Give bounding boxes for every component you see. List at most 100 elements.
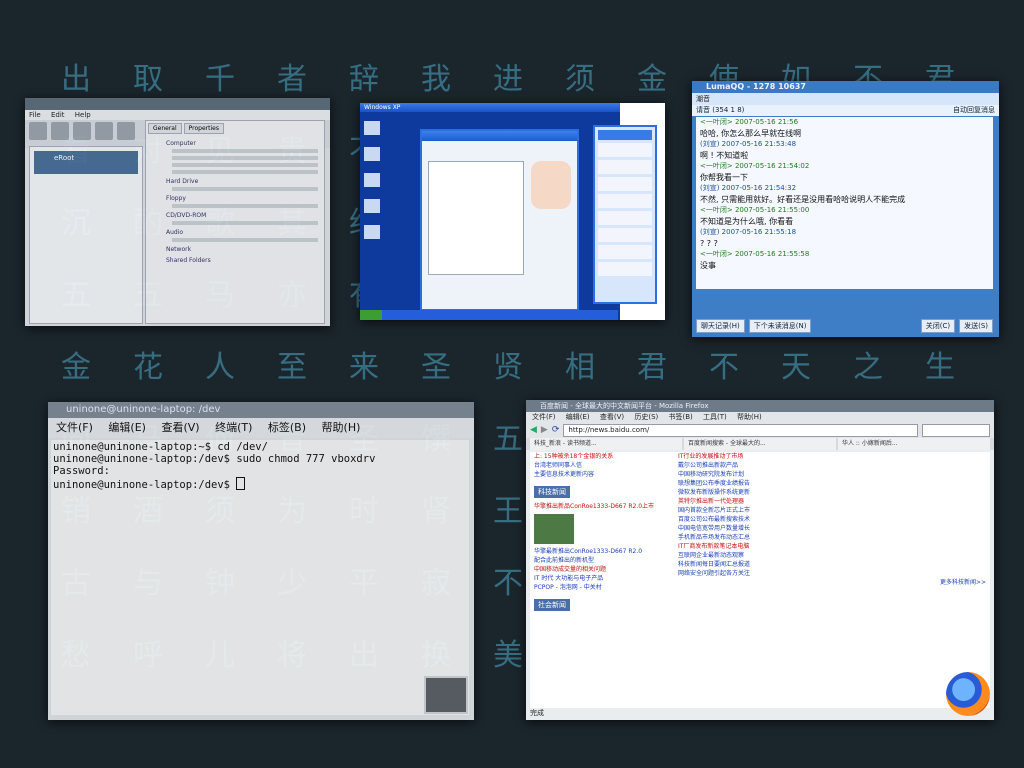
lumaqq-header: 请音 (354 1 8) 自动回复消息 bbox=[692, 105, 999, 116]
ie-icon[interactable] bbox=[364, 225, 380, 239]
terminal-title[interactable]: uninone@uninone-laptop: /dev bbox=[48, 402, 474, 418]
open-icon[interactable] bbox=[51, 122, 69, 140]
news-link[interactable]: 英特尔推出新一代处理器 bbox=[678, 497, 986, 506]
terminal-prompt: uninone@uninone-laptop:/dev$ bbox=[53, 479, 237, 491]
send-button[interactable]: 发送(S) bbox=[959, 319, 993, 333]
news-link[interactable]: 手机新品市场发布动态汇总 bbox=[678, 533, 986, 542]
menu-file[interactable]: 文件(F) bbox=[56, 421, 93, 434]
paste-icon[interactable] bbox=[95, 122, 113, 140]
more-tech-link[interactable]: 更多科技新闻>> bbox=[678, 578, 986, 587]
tab-3[interactable]: 华人 :: 小嫁新闻后... bbox=[838, 438, 990, 450]
next-unread-button[interactable]: 下个未读消息(N) bbox=[748, 319, 812, 333]
reload-icon[interactable]: ⟳ bbox=[552, 425, 560, 435]
news-link[interactable]: 配合此前推出的新机型 bbox=[534, 556, 670, 565]
message-body: 不知道是为什么哦, 你看看 bbox=[700, 217, 794, 226]
news-link[interactable]: 中国移动成交量的相关问题 bbox=[534, 565, 670, 574]
news-link[interactable]: 上: 15种被杀18个金银的关系 bbox=[534, 452, 670, 461]
menu-tabs[interactable]: 标签(B) bbox=[268, 421, 306, 434]
news-link[interactable]: 台湾老师同事人信 bbox=[534, 461, 670, 470]
message-body: 不然, 只需能用就好。好看还是没用看哈哈说明人不能完成 bbox=[700, 195, 906, 204]
lumaqq-title[interactable]: LumaQQ - 1278 10637 bbox=[692, 81, 999, 93]
menu-view[interactable]: 查看(V) bbox=[600, 413, 624, 421]
news-link[interactable]: 联想集团公布季度业绩报告 bbox=[678, 479, 986, 488]
news-link[interactable]: PCPOP - 泡泡网 - 中关村 bbox=[534, 583, 670, 592]
terminal-icon bbox=[424, 676, 468, 714]
wallpaper-glyph: 来 bbox=[349, 350, 379, 385]
menu-file[interactable]: File bbox=[29, 111, 41, 119]
news-link[interactable]: 科技新闻每日要闻汇总报道 bbox=[678, 560, 986, 569]
xp-chat-log bbox=[428, 161, 524, 275]
news-link[interactable]: IT 时代 大功能与电子产品 bbox=[534, 574, 670, 583]
left-column: 上: 15种被杀18个金银的关系 台湾老师同事人信 主要信息技术更新内容 科技新闻 … bbox=[534, 452, 670, 708]
news-link[interactable]: 中国电信宽带用户数量增长 bbox=[678, 524, 986, 533]
headline-link[interactable]: 华擎推出新品ConRoe1333-D667 R2.0上市 bbox=[534, 502, 670, 511]
history-button[interactable]: 聊天记录(H) bbox=[696, 319, 745, 333]
properties-panel: General Properties Computer Hard Drive F… bbox=[145, 120, 325, 324]
section-audio: Audio bbox=[166, 229, 184, 236]
recycle-bin-icon[interactable] bbox=[364, 199, 380, 213]
menu-help[interactable]: 帮助(H) bbox=[322, 421, 361, 434]
menu-history[interactable]: 历史(S) bbox=[634, 413, 658, 421]
menu-help[interactable]: Help bbox=[75, 111, 91, 119]
delete-icon[interactable] bbox=[117, 122, 135, 140]
news-link[interactable]: 百度公司公布最新搜索技术 bbox=[678, 515, 986, 524]
url-bar[interactable]: http://news.baidu.com/ bbox=[563, 423, 918, 437]
news-link[interactable]: 国内首款全新芯片正式上市 bbox=[678, 506, 986, 515]
news-link[interactable]: 华擎最新推出ConRoe1333-D667 R2.0 bbox=[534, 547, 670, 556]
forward-icon[interactable]: ▶ bbox=[541, 425, 548, 435]
news-link[interactable]: 互联网企业最新动态观察 bbox=[678, 551, 986, 560]
message-body: 啊 ! 不知道啦 bbox=[700, 151, 749, 160]
xp-vm-window[interactable]: Windows XP bbox=[360, 103, 665, 320]
firefox-window[interactable]: 百度新闻 - 全球最大的中文新闻平台 - Mozilla Firefox 文件(… bbox=[526, 400, 994, 720]
menu-terminal[interactable]: 终端(T) bbox=[215, 421, 252, 434]
close-button[interactable]: 关闭(C) bbox=[920, 319, 956, 333]
xp-desktop[interactable]: Windows XP bbox=[360, 103, 657, 320]
message-meta: <一叶闭> 2007-05-16 21:55:58 bbox=[700, 250, 810, 258]
auto-reply-button[interactable]: 自动回复消息 bbox=[953, 105, 995, 116]
menu-tools[interactable]: 工具(T) bbox=[703, 413, 727, 421]
terminal-window[interactable]: uninone@uninone-laptop: /dev 文件(F) 编辑(E)… bbox=[48, 402, 474, 720]
tab-properties[interactable]: Properties bbox=[183, 123, 224, 134]
tab-1[interactable]: 科技_新浪 - 读书频道... bbox=[530, 438, 682, 450]
xp-chat-window[interactable] bbox=[420, 129, 579, 311]
news-link[interactable]: IT厂商发布新款笔记本电脑 bbox=[678, 542, 986, 551]
wallpaper-glyph: 圣 bbox=[421, 350, 451, 385]
news-link[interactable]: 中国移动研究院发布计划 bbox=[678, 470, 986, 479]
menu-file[interactable]: 文件(F) bbox=[532, 413, 556, 421]
news-link[interactable]: IT行业的发展推动了市场 bbox=[678, 452, 986, 461]
xp-qq-panel[interactable] bbox=[593, 125, 657, 304]
xp-start-button[interactable] bbox=[360, 310, 382, 320]
network-icon[interactable] bbox=[364, 173, 380, 187]
menu-edit[interactable]: 编辑(E) bbox=[566, 413, 590, 421]
section-floppy: Floppy bbox=[166, 195, 186, 202]
news-link[interactable]: 网络安全问题引起各方关注 bbox=[678, 569, 986, 578]
motherboard-image bbox=[534, 514, 574, 544]
my-computer-icon[interactable] bbox=[364, 121, 380, 135]
menu-edit[interactable]: Edit bbox=[51, 111, 65, 119]
new-icon[interactable] bbox=[29, 122, 47, 140]
news-link[interactable]: 微软发布新版操作系统更新 bbox=[678, 488, 986, 497]
menu-help[interactable]: 帮助(H) bbox=[737, 413, 762, 421]
menu-view[interactable]: 查看(V) bbox=[161, 421, 199, 434]
right-column: IT行业的发展推动了市场 戴尔公司推出新款产品 中国移动研究院发布计划 联想集团公布季… bbox=[678, 452, 986, 708]
lumaqq-window[interactable]: LumaQQ - 1278 10637 潮音 请音 (354 1 8) 自动回复… bbox=[692, 81, 999, 337]
file-tree-panel[interactable]: eRoot bbox=[29, 146, 143, 324]
menu-bookmarks[interactable]: 书签(B) bbox=[669, 413, 693, 421]
wallpaper-glyph: 花 bbox=[133, 350, 163, 385]
file-manager-window[interactable]: File Edit Help eRoot General Properties … bbox=[25, 98, 330, 326]
my-documents-icon[interactable] bbox=[364, 147, 380, 161]
firefox-tabs: 科技_新浪 - 读书频道... 百度新闻搜索 - 全球最大的... 华人 :: … bbox=[526, 438, 994, 450]
menu-edit[interactable]: 编辑(E) bbox=[108, 421, 146, 434]
tab-general[interactable]: General bbox=[148, 123, 182, 134]
selected-item[interactable]: eRoot bbox=[34, 151, 138, 174]
firefox-title[interactable]: 百度新闻 - 全球最大的中文新闻平台 - Mozilla Firefox bbox=[526, 400, 994, 412]
copy-icon[interactable] bbox=[73, 122, 91, 140]
file-manager-titlebar[interactable] bbox=[25, 98, 330, 110]
news-link[interactable]: 主要信息技术更新内容 bbox=[534, 470, 670, 479]
news-link[interactable]: 戴尔公司推出新款产品 bbox=[678, 461, 986, 470]
tab-2[interactable]: 百度新闻搜索 - 全球最大的... bbox=[684, 438, 836, 450]
search-input[interactable] bbox=[922, 423, 990, 437]
terminal-screen[interactable]: uninone@uninone-laptop:~$ cd /dev/ unino… bbox=[51, 440, 469, 715]
back-icon[interactable]: ◀ bbox=[530, 425, 537, 435]
lumaqq-tab[interactable]: 潮音 bbox=[696, 94, 710, 104]
